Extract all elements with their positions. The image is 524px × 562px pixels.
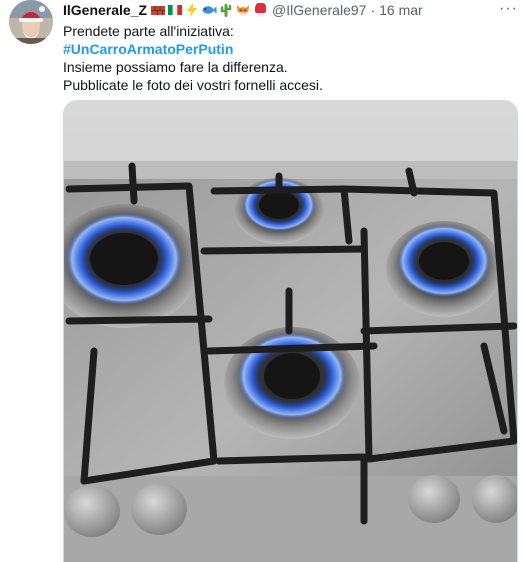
more-options-icon[interactable]: ··· xyxy=(499,0,518,18)
tweet-date[interactable]: 16 mar xyxy=(379,1,423,19)
tweet-text-line: Pubblicate le foto dei vostri fornelli a… xyxy=(63,77,323,93)
name-emojis xyxy=(150,2,268,18)
brick-icon xyxy=(151,6,166,15)
author-name[interactable]: IlGenerale_Z xyxy=(63,1,147,19)
lightning-icon xyxy=(187,3,198,17)
fox-icon xyxy=(237,5,250,16)
tweet: IlGenerale_Z @IlGenerale97 · 16 mar ··· … xyxy=(0,0,524,562)
cactus-icon xyxy=(220,4,232,17)
gas-stove-photo xyxy=(64,101,517,562)
boxing-glove-icon xyxy=(255,3,267,17)
italy-flag-icon xyxy=(168,5,183,15)
tweet-text: Prendete parte all'iniziativa: #UnCarroA… xyxy=(63,22,513,94)
tweet-header: IlGenerale_Z @IlGenerale97 · 16 mar xyxy=(63,1,423,19)
tweet-photo[interactable] xyxy=(63,100,518,562)
fish-icon xyxy=(202,6,217,14)
author-handle[interactable]: @IlGenerale97 xyxy=(272,1,366,19)
tweet-text-line: Insieme possiamo fare la differenza. xyxy=(63,59,288,75)
hashtag-link[interactable]: #UnCarroArmatoPerPutin xyxy=(63,40,513,58)
tweet-text-line: Prendete parte all'iniziativa: xyxy=(63,23,234,39)
header-separator: · xyxy=(370,2,376,18)
avatar[interactable] xyxy=(9,0,53,44)
